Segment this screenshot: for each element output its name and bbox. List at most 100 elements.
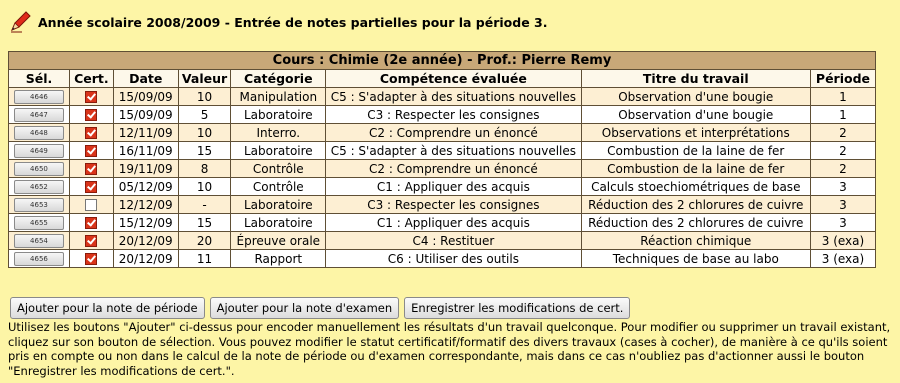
col-valeur-header: Valeur [177,69,232,88]
date-cell: 12/12/09 [112,195,179,214]
titre-cell: Techniques de base au labo [580,249,811,268]
select-cell: 4650 [8,159,70,178]
categorie-cell: Contrôle [230,159,327,178]
select-cell: 4654 [8,231,70,250]
titre-cell: Réduction des 2 chlorures de cuivre [580,213,811,232]
categorie-cell: Laboratoire [230,195,327,214]
periode-cell: 3 [809,177,877,196]
select-cell: 4655 [8,213,70,232]
select-row-button[interactable]: 4656 [13,251,64,266]
cert-cell [68,213,114,232]
col-cert-header: Cert. [68,69,114,88]
table-row: 4654 20/12/09 20 Épreuve orale C4 : Restitue… [8,231,877,250]
select-row-button[interactable]: 4649 [13,143,64,158]
categorie-cell: Contrôle [230,177,327,196]
cert-checkbox[interactable] [85,127,98,139]
select-row-button[interactable]: 4652 [13,179,64,194]
periode-cell: 2 [809,141,877,160]
valeur-cell: 11 [177,249,232,268]
table-row: 4656 20/12/09 11 Rapport C6 : Utiliser des o… [8,249,877,268]
add-period-button[interactable]: Ajouter pour la note de période [10,297,205,319]
select-cell: 4649 [8,141,70,160]
page-title: Année scolaire 2008/2009 - Entrée de not… [38,14,548,30]
cert-checkbox[interactable] [85,145,98,157]
date-cell: 20/12/09 [112,249,179,268]
select-row-button[interactable]: 4647 [13,107,64,122]
periode-cell: 1 [809,105,877,124]
valeur-cell: 15 [177,213,232,232]
select-row-button[interactable]: 4648 [13,125,64,140]
date-cell: 20/12/09 [112,231,179,250]
titre-cell: Calculs stoechiométriques de base [580,177,811,196]
cert-checkbox[interactable] [85,181,98,193]
col-competence-header: Compétence évaluée [325,69,582,88]
categorie-cell: Laboratoire [230,105,327,124]
col-date-header: Date [112,69,179,88]
titre-cell: Observation d'une bougie [580,105,811,124]
titre-cell: Réduction des 2 chlorures de cuivre [580,195,811,214]
periode-cell: 2 [809,159,877,178]
table-row: 4649 16/11/09 15 Laboratoire C5 : S'adapter … [8,141,877,160]
cert-cell [68,195,114,214]
cert-checkbox[interactable] [85,217,98,229]
valeur-cell: 10 [177,177,232,196]
col-titre-header: Titre du travail [580,69,811,88]
competence-cell: C5 : S'adapter à des situations nouvelle… [325,87,582,106]
date-cell: 15/09/09 [112,105,179,124]
save-cert-button[interactable]: Enregistrer les modifications de cert. [404,297,631,319]
competence-cell: C4 : Restituer [325,231,582,250]
pencil-icon [11,11,31,33]
col-sel-header: Sél. [8,69,70,88]
valeur-cell: 5 [177,105,232,124]
table-row: 4652 05/12/09 10 Contrôle C1 : Appliquer des… [8,177,877,196]
add-exam-button[interactable]: Ajouter pour la note d'examen [209,297,400,319]
col-categorie-header: Catégorie [230,69,327,88]
valeur-cell: 10 [177,87,232,106]
select-row-button[interactable]: 4646 [13,89,64,104]
periode-cell: 3 (exa) [809,249,877,268]
categorie-cell: Épreuve orale [230,231,327,250]
categorie-cell: Laboratoire [230,141,327,160]
titre-cell: Observation d'une bougie [580,87,811,106]
titre-cell: Combustion de la laine de fer [580,141,811,160]
cert-cell [68,141,114,160]
cert-checkbox[interactable] [85,235,98,247]
help-text: Utilisez les boutons "Ajouter" ci-dessus… [8,320,891,378]
valeur-cell: 10 [177,123,232,142]
date-cell: 15/09/09 [112,87,179,106]
cert-cell [68,123,114,142]
periode-cell: 3 [809,195,877,214]
cert-cell [68,159,114,178]
cert-checkbox[interactable] [85,91,98,103]
table-row: 4648 12/11/09 10 Interro. C2 : Comprendre un… [8,123,877,142]
cert-cell [68,249,114,268]
cert-checkbox[interactable] [85,253,98,265]
select-row-button[interactable]: 4653 [13,197,64,212]
cert-cell [68,87,114,106]
categorie-cell: Interro. [230,123,327,142]
competence-cell: C6 : Utiliser des outils [325,249,582,268]
titre-cell: Observations et interprétations [580,123,811,142]
date-cell: 15/12/09 [112,213,179,232]
valeur-cell: 15 [177,141,232,160]
select-row-button[interactable]: 4650 [13,161,64,176]
competence-cell: C1 : Appliquer des acquis [325,213,582,232]
competence-cell: C1 : Appliquer des acquis [325,177,582,196]
select-row-button[interactable]: 4655 [13,215,64,230]
table-row: 4653 12/12/09- Laboratoire C3 : Respecter l… [8,195,877,214]
cert-checkbox[interactable] [85,163,98,175]
periode-cell: 2 [809,123,877,142]
periode-cell: 3 (exa) [809,231,877,250]
table-row: 4646 15/09/09 10 Manipulation C5 : S'adapter… [8,87,877,106]
cert-checkbox[interactable] [85,199,98,211]
table-row: 4655 15/12/09 15 Laboratoire C1 : Appliquer … [8,213,877,232]
select-row-button[interactable]: 4654 [13,233,64,248]
course-title: Cours : Chimie (2e année) - Prof.: Pierr… [8,51,876,70]
titre-cell: Réaction chimique [580,231,811,250]
select-cell: 4646 [8,87,70,106]
valeur-cell: 8 [177,159,232,178]
competence-cell: C5 : S'adapter à des situations nouvelle… [325,141,582,160]
periode-cell: 3 [809,213,877,232]
cert-checkbox[interactable] [85,109,98,121]
select-cell: 4647 [8,105,70,124]
